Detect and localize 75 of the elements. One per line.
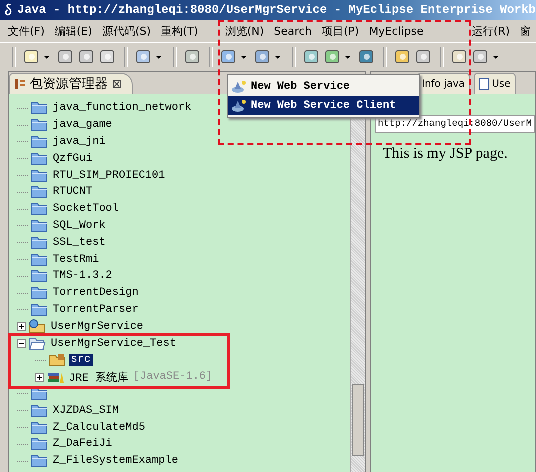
package-explorer-tab[interactable]: 包资源管理器 ⊠ <box>9 73 134 94</box>
tree-item-label[interactable]: Z_CalculateMd5 <box>51 422 148 434</box>
folder-icon <box>31 269 48 284</box>
menu-item[interactable]: Search <box>274 24 312 38</box>
folder-icon <box>31 386 48 401</box>
folder-icon <box>31 134 48 149</box>
collapse-icon[interactable] <box>17 339 26 348</box>
tree-item-label[interactable]: Z_FileSystemExample <box>51 455 180 468</box>
tree-item-label[interactable]: JRE 系统库 <box>67 370 130 385</box>
menu-item[interactable]: 项目(P) <box>322 24 360 38</box>
tree-item-label[interactable]: RTUCNT <box>51 186 95 198</box>
tree-item-label[interactable]: QzfGui <box>51 152 95 165</box>
folder-icon <box>31 202 48 216</box>
window-title: Java - http://zhangleqi:8080/UserMgrService - MyEclipse Enterprise Workb <box>18 3 536 17</box>
tree-item-label[interactable]: SocketTool <box>51 203 122 216</box>
library-version: [JavaSE-1.6] <box>133 371 213 384</box>
menu-item[interactable]: 文件(F) <box>8 24 45 38</box>
tree-item-label[interactable]: java_game <box>51 119 114 132</box>
address-field[interactable]: http://zhangleqi:8080/UserM <box>375 115 535 133</box>
books-icon <box>47 370 64 384</box>
menu-item[interactable]: 浏览(N) <box>225 24 264 38</box>
expand-icon[interactable] <box>35 372 44 382</box>
menu-item[interactable]: 重构(T) <box>161 24 198 38</box>
tree-item-label[interactable]: RTU_SIM_PROIEC101 <box>51 170 168 182</box>
folder-icon <box>31 404 48 418</box>
tree-item-label[interactable]: TorrentParser <box>51 304 141 316</box>
package-folder-icon <box>49 353 66 368</box>
page-text: This is my JSP page. <box>383 146 509 163</box>
tree-item-label[interactable]: SQL_Work <box>51 220 108 232</box>
tree-item-label[interactable]: TestRmi <box>51 254 102 266</box>
menu-item[interactable]: 编辑(E) <box>54 24 92 38</box>
tree-item-label[interactable]: XJZDAS_SIM <box>51 404 122 417</box>
tree-item-label[interactable]: UserMgrService <box>49 320 146 333</box>
dropdown-caret-icon[interactable] <box>241 56 247 58</box>
java-file-icon <box>479 78 490 90</box>
tree-item-label[interactable]: java_function_network <box>51 102 194 114</box>
tree-item-label[interactable]: UserMgrService_Test <box>49 338 178 350</box>
dropdown-caret-icon[interactable] <box>44 56 50 58</box>
folder-icon <box>31 437 48 452</box>
menu-item[interactable]: New Web Service Client <box>228 96 419 115</box>
dropdown-caret-icon[interactable] <box>156 56 162 58</box>
editor-tab[interactable]: Info java <box>417 73 470 94</box>
folder-icon <box>31 168 48 183</box>
folder-icon <box>31 252 48 267</box>
tree-item-label[interactable]: TMS-1.3.2 <box>51 270 114 282</box>
tree-item-label[interactable]: src <box>69 354 93 366</box>
globe-folder-icon <box>29 319 46 334</box>
folder-icon <box>31 185 48 200</box>
close-tab-button[interactable]: ⊠ <box>112 77 122 91</box>
package-explorer-icon <box>14 78 26 90</box>
folder-icon <box>31 420 48 435</box>
folder-icon <box>31 218 48 233</box>
tree-item-label[interactable]: SSL_test <box>51 236 108 249</box>
menu-item[interactable]: New Web Service <box>228 77 419 96</box>
menu-item[interactable]: 窗 <box>520 24 532 38</box>
dropdown-caret-icon[interactable] <box>345 56 351 58</box>
tree-item-label[interactable]: TorrentDesign <box>51 287 141 300</box>
tab-label: 包资源管理器 <box>30 76 108 93</box>
folder-icon <box>31 101 48 116</box>
folder-icon <box>31 236 48 250</box>
app-logo-icon <box>4 3 14 17</box>
expand-icon[interactable] <box>17 322 26 332</box>
tree-item-label[interactable]: java_jni <box>51 136 108 148</box>
folder-icon <box>31 286 48 300</box>
folder-icon <box>31 152 48 166</box>
dropdown-caret-icon[interactable] <box>493 56 499 58</box>
menu-item[interactable]: 源代码(S) <box>102 24 152 38</box>
menu-item[interactable]: MyEclipse <box>369 24 424 38</box>
folder-icon <box>31 302 48 317</box>
folder-icon <box>31 118 48 132</box>
menu-item[interactable]: 运行(R) <box>472 24 510 38</box>
dropdown-caret-icon[interactable] <box>275 56 281 58</box>
tree-item-label[interactable]: Z_DaFeiJi <box>51 438 114 450</box>
folder-icon <box>31 454 48 468</box>
editor-tab[interactable]: Use <box>474 73 516 94</box>
